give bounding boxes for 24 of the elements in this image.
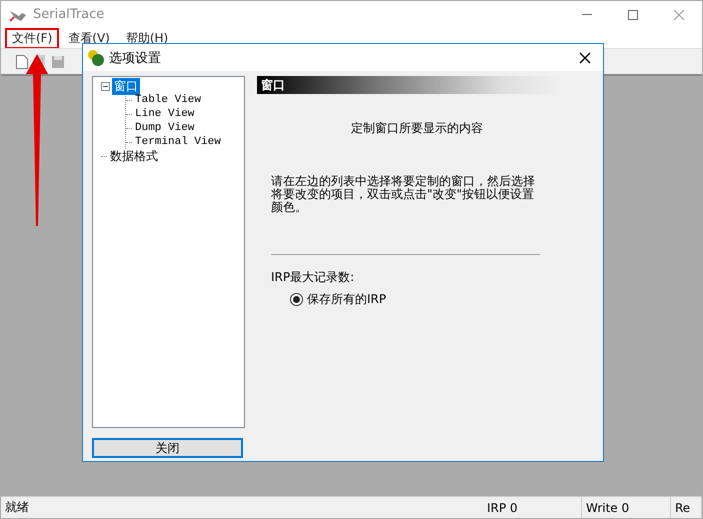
status-text: 就绪: [4, 499, 30, 516]
dialog-title: 选项设置: [109, 50, 162, 66]
close-icon: [672, 6, 686, 22]
tree-item[interactable]: Dump View: [133, 122, 196, 134]
minimize-icon: [582, 14, 592, 15]
tree-item[interactable]: 窗口: [112, 78, 140, 94]
status-text: IRP 0: [483, 497, 582, 518]
description-text: 请在左边的列表中选择将要定制的窗口，然后选择将要改变的项目，双击或点击"改变"按钮以便设置颜色。: [271, 175, 536, 214]
window-title: SerialTrace: [33, 7, 106, 22]
radio-label: 保存所有的IRP: [307, 291, 386, 308]
collapse-icon[interactable]: [101, 82, 110, 90]
coins-icon: [87, 48, 105, 66]
group-label: IRP最大记录数:: [271, 269, 356, 286]
close-icon: [578, 50, 592, 66]
status-text: Re: [671, 497, 702, 518]
new-file-icon[interactable]: [15, 54, 29, 70]
tree-item[interactable]: Table View: [133, 94, 204, 106]
tree-item[interactable]: 数据格式: [108, 148, 160, 164]
tree-item[interactable]: Line View: [133, 108, 196, 120]
radio-button[interactable]: [290, 293, 303, 306]
tree-item[interactable]: Terminal View: [133, 136, 223, 148]
panel-heading: 定制窗口所要显示的内容: [350, 120, 484, 137]
close-dialog-button[interactable]: 关闭: [92, 438, 243, 458]
status-text: Write 0: [582, 497, 671, 518]
